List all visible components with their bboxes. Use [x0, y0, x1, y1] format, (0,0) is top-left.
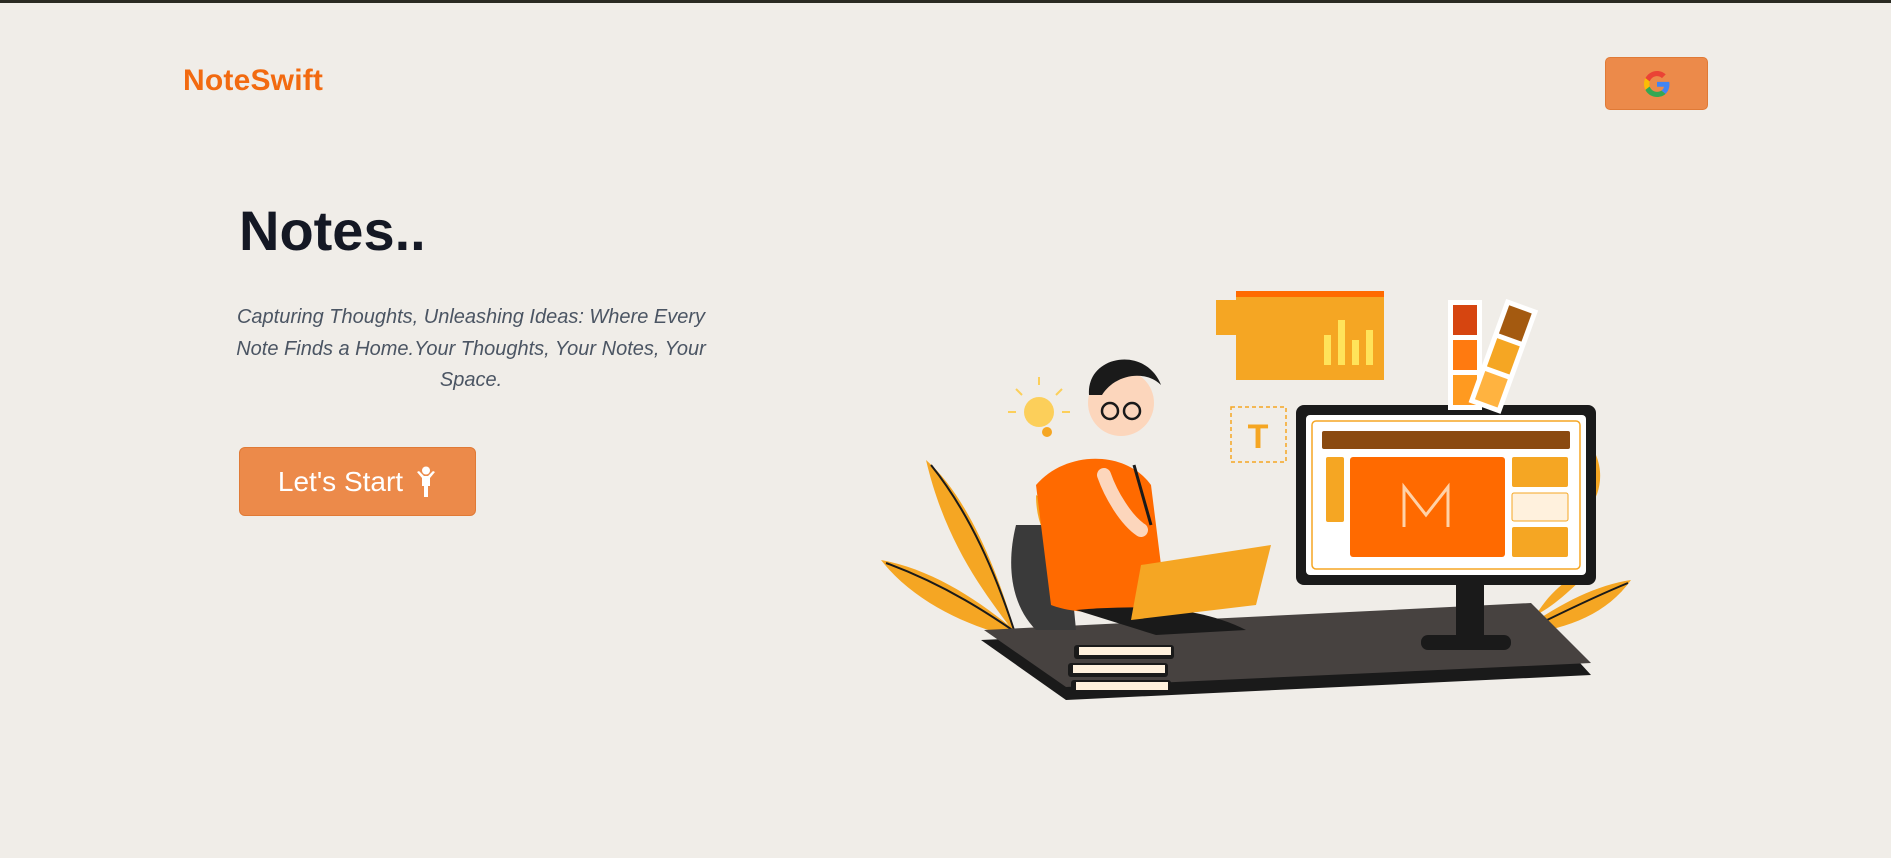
lightbulb-icon [1008, 377, 1070, 437]
brand-logo[interactable]: NoteSwift [183, 64, 323, 98]
stacked-books [1068, 645, 1174, 694]
top-border [0, 0, 1891, 3]
google-icon [1643, 70, 1669, 97]
person-figure [1011, 359, 1271, 635]
google-login-button[interactable] [1605, 57, 1708, 110]
lets-start-label: Let's Start [277, 465, 404, 497]
hero-tagline: Capturing Thoughts, Unleashing Ideas: Wh… [236, 306, 706, 391]
person-icon [417, 466, 436, 497]
color-swatches [1448, 298, 1539, 414]
text-tool-label: T [1248, 418, 1269, 456]
person-at-desk-illustration: T [881, 291, 1631, 700]
bar-chart-window-icon [1216, 291, 1384, 380]
lets-start-button[interactable]: Let's Start [239, 447, 476, 516]
text-tool-icon: T [1230, 406, 1287, 463]
page-title: Notes.. [239, 199, 426, 262]
